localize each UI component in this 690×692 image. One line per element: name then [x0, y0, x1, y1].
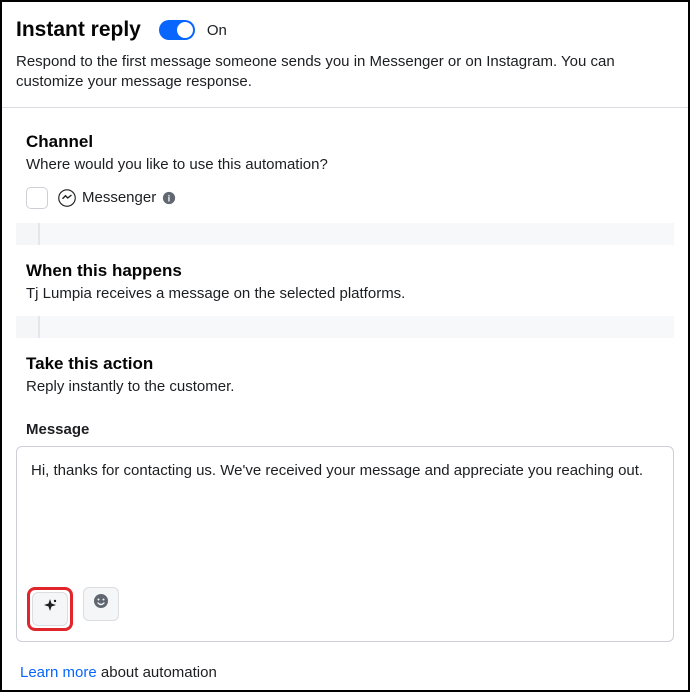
messenger-checkbox[interactable]: [26, 187, 48, 209]
header-section: Instant reply On Respond to the first me…: [2, 2, 688, 107]
learn-more-link[interactable]: Learn more: [20, 664, 97, 681]
emoji-icon: [93, 593, 109, 614]
connector-2: [38, 316, 674, 338]
toggle-wrap: On: [159, 20, 227, 40]
footer-rest: about automation: [97, 664, 217, 681]
action-section: Take this action Reply instantly to the …: [16, 338, 674, 401]
channel-title: Channel: [26, 132, 664, 152]
toggle-state-label: On: [207, 22, 227, 39]
channel-row: Messenger i: [26, 187, 664, 209]
when-section: When this happens Tj Lumpia receives a m…: [16, 245, 674, 316]
connector-1-bg: [16, 223, 674, 245]
header-description: Respond to the first message someone sen…: [16, 52, 674, 93]
emoji-button[interactable]: [83, 587, 119, 621]
channel-subtitle: Where would you like to use this automat…: [26, 156, 664, 173]
action-subtitle: Reply instantly to the customer.: [26, 378, 664, 395]
action-title: Take this action: [26, 354, 664, 374]
platform-messenger: Messenger i: [58, 189, 176, 207]
content-area: Channel Where would you like to use this…: [2, 108, 688, 681]
when-title: When this happens: [26, 261, 664, 281]
message-box: Hi, thanks for contacting us. We've rece…: [16, 446, 674, 642]
toggle-knob: [177, 22, 193, 38]
personalize-button[interactable]: [32, 592, 68, 626]
connector-1: [38, 223, 674, 245]
instant-reply-toggle[interactable]: [159, 20, 195, 40]
svg-text:i: i: [168, 193, 170, 203]
editor-toolbar: [17, 579, 673, 641]
message-label: Message: [26, 421, 674, 438]
channel-section: Channel Where would you like to use this…: [16, 108, 674, 223]
connector-2-bg: [16, 316, 674, 338]
personalize-highlight: [27, 587, 73, 631]
sparkle-icon: [42, 598, 58, 619]
when-subtitle: Tj Lumpia receives a message on the sele…: [26, 285, 664, 302]
page-title: Instant reply: [16, 18, 141, 42]
platform-label: Messenger: [82, 189, 156, 206]
messenger-icon: [58, 189, 76, 207]
message-textarea[interactable]: Hi, thanks for contacting us. We've rece…: [17, 447, 673, 579]
footer: Learn more about automation: [16, 642, 674, 681]
title-row: Instant reply On: [16, 18, 674, 42]
info-icon[interactable]: i: [162, 191, 176, 205]
